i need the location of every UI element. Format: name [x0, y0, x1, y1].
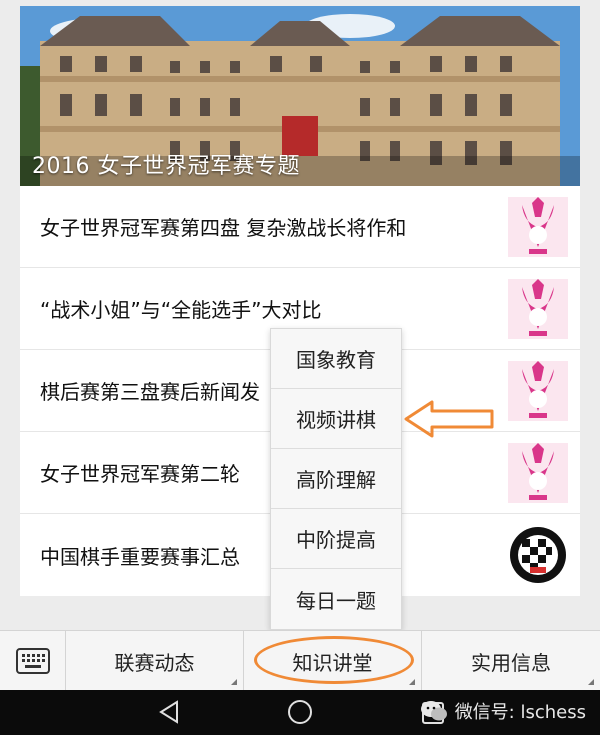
menu-tab-label: 联赛动态: [114, 650, 195, 675]
submenu-indicator-icon: [409, 679, 415, 685]
crown-logo-icon: [508, 197, 568, 257]
chess-association-logo-icon: [510, 527, 566, 583]
news-title: 中国棋手重要赛事汇总: [40, 544, 240, 569]
highlight-oval-annotation: [254, 636, 414, 684]
submenu-item[interactable]: 高阶理解: [271, 449, 401, 509]
news-title: “战术小姐”与“全能选手”大对比: [40, 298, 322, 322]
keyboard-icon: [15, 648, 50, 674]
banner-title: 2016 女子世界冠军赛专题: [32, 154, 300, 179]
news-title: 棋后赛第三盘赛后新闻发: [40, 380, 260, 404]
submenu-indicator-icon: [231, 679, 237, 685]
crown-logo-icon: [508, 279, 568, 339]
crown-logo-icon: [508, 361, 568, 421]
news-title: 女子世界冠军赛第四盘 复杂激战长将作和: [40, 216, 407, 240]
wechat-watermark: 微信号: lschess: [419, 698, 586, 724]
menu-tab-info[interactable]: 实用信息: [422, 631, 600, 691]
watermark-text: 微信号: lschess: [454, 702, 586, 723]
menu-tab-label: 实用信息: [471, 650, 551, 675]
back-icon[interactable]: [155, 698, 183, 726]
crown-logo-icon: [508, 443, 568, 503]
news-title: 女子世界冠军赛第二轮: [40, 462, 240, 486]
keyboard-toggle-button[interactable]: [0, 631, 66, 691]
submenu-indicator-icon: [588, 679, 594, 685]
news-item[interactable]: 女子世界冠军赛第四盘 复杂激战长将作和: [20, 186, 580, 268]
submenu-item[interactable]: 每日一题: [271, 569, 401, 629]
wechat-icon: [420, 701, 447, 721]
android-navigation-bar: 微信号: lschess: [0, 690, 600, 735]
submenu-item[interactable]: 中阶提高: [271, 509, 401, 569]
submenu-item[interactable]: 视频讲棋: [271, 389, 401, 449]
featured-banner[interactable]: 2016 女子世界冠军赛专题: [20, 6, 580, 186]
submenu-popup: 国象教育 视频讲棋 高阶理解 中阶提高 每日一题: [270, 328, 402, 630]
menu-tab-league[interactable]: 联赛动态: [66, 631, 244, 691]
home-icon[interactable]: [286, 698, 314, 726]
left-arrow-annotation-icon: [404, 400, 494, 438]
submenu-item[interactable]: 国象教育: [271, 329, 401, 389]
